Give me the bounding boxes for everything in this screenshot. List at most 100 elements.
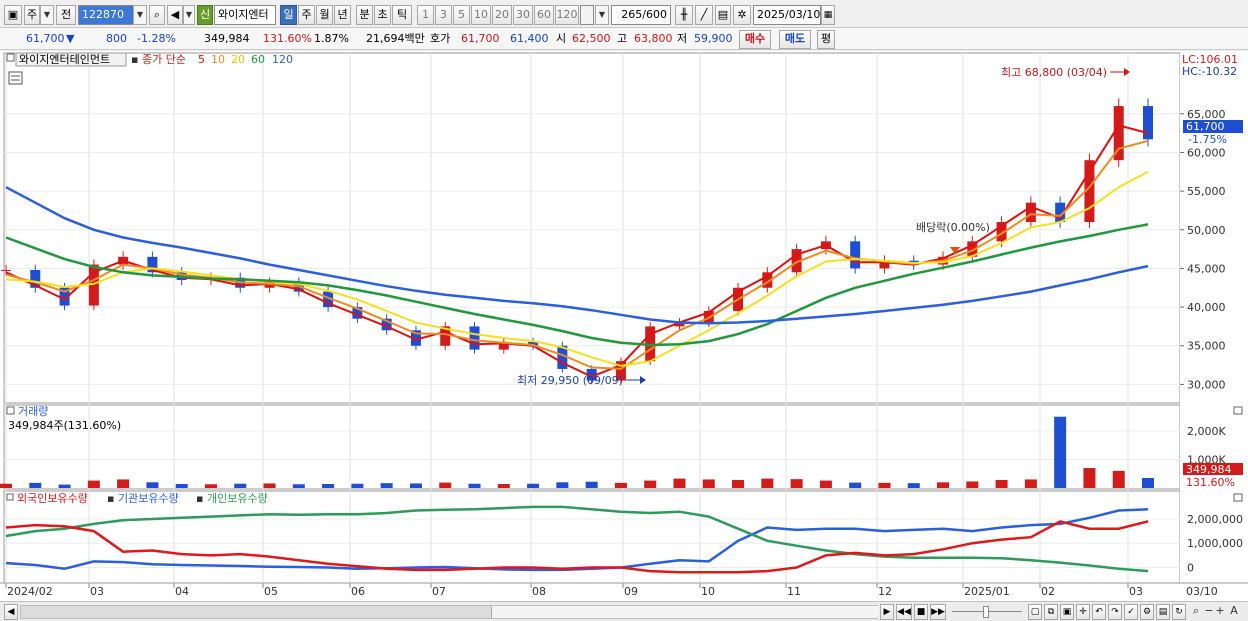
- interval-10-button[interactable]: 10: [471, 5, 491, 25]
- last-pct-tag: -1.75%: [1188, 133, 1227, 146]
- redo-icon[interactable]: ↷: [1108, 604, 1122, 620]
- stock-name-field[interactable]: 와이지엔터: [214, 5, 276, 25]
- ma60-legend[interactable]: 60: [251, 53, 265, 66]
- high-label: 고: [617, 32, 628, 45]
- interval-dropdown-icon[interactable]: ▼: [595, 5, 609, 25]
- stock-code-input[interactable]: 122870: [78, 5, 134, 25]
- interval-custom-input[interactable]: [580, 5, 594, 25]
- candle-type-icon[interactable]: ╫: [675, 5, 693, 25]
- code-dropdown-icon[interactable]: ▼: [133, 5, 147, 25]
- turnover-pct: 1.87%: [314, 32, 349, 45]
- interval-60-button[interactable]: 60: [534, 5, 554, 25]
- volume-last-tag: 349,984: [1186, 463, 1232, 476]
- volume-bar: [790, 479, 803, 488]
- gear-icon[interactable]: ✲: [733, 5, 751, 25]
- prev-button[interactable]: 전: [56, 5, 76, 25]
- interval-5-button[interactable]: 5: [453, 5, 470, 25]
- new-badge[interactable]: 신: [197, 5, 213, 25]
- volume-bar: [439, 482, 452, 488]
- layout-icon[interactable]: ▢: [1028, 604, 1042, 620]
- count-input[interactable]: 265/600: [611, 5, 671, 25]
- hc-label: HC:-10.32: [1182, 65, 1237, 78]
- x-axis-label: 2024/02: [7, 585, 53, 598]
- interval-120-button[interactable]: 120: [555, 5, 579, 25]
- ma5-legend[interactable]: 5: [198, 53, 205, 66]
- date-input[interactable]: 2025/03/10: [753, 5, 821, 25]
- zoom-slider-handle[interactable]: [983, 606, 989, 618]
- screen-icon[interactable]: ▣: [1060, 604, 1074, 620]
- chevron-down-icon[interactable]: ▼: [40, 5, 54, 25]
- zoom-search-icon[interactable]: ⌕: [1190, 604, 1202, 620]
- volume-title[interactable]: 거래량: [18, 405, 48, 418]
- price-y-tick-label: 50,000: [1187, 224, 1226, 237]
- search-icon[interactable]: ⌕: [149, 5, 165, 25]
- first-page-icon[interactable]: ◀◀: [896, 604, 912, 620]
- interval-30-button[interactable]: 30: [513, 5, 533, 25]
- x-axis-label: 09: [624, 585, 638, 598]
- scroll-left-icon[interactable]: ◀: [4, 604, 18, 620]
- window-menu-icon[interactable]: ▣: [4, 5, 22, 25]
- volume-bar: [87, 480, 100, 488]
- settings-small-icon[interactable]: ⚙: [1140, 604, 1154, 620]
- period-tick-button[interactable]: 틱: [392, 5, 412, 25]
- scrollbar-thumb[interactable]: [491, 606, 879, 618]
- stock-name-chip[interactable]: 와이지엔터테인먼트: [19, 53, 110, 66]
- legend-individual[interactable]: 개인보유수량: [207, 492, 268, 505]
- undo-icon[interactable]: ↶: [1092, 604, 1106, 620]
- volume-bar: [117, 479, 130, 488]
- scroll-right-icon[interactable]: ▶: [880, 604, 894, 620]
- volume-bar: [58, 484, 71, 488]
- ma20-legend[interactable]: 20: [231, 53, 245, 66]
- period-type-button[interactable]: 주: [24, 5, 40, 25]
- period-minute-button[interactable]: 분: [356, 5, 373, 25]
- refresh-icon[interactable]: ↻: [1172, 604, 1186, 620]
- volume-bar: [1024, 479, 1037, 488]
- period-second-button[interactable]: 초: [374, 5, 391, 25]
- volume-bar: [497, 484, 510, 488]
- mark-icon[interactable]: ✓: [1124, 604, 1138, 620]
- ma10-legend[interactable]: 10: [211, 53, 225, 66]
- line-tool-icon[interactable]: ╱: [695, 5, 713, 25]
- price-change: 800: [106, 32, 127, 45]
- interval-20-button[interactable]: 20: [492, 5, 512, 25]
- legend-institution[interactable]: 기관보유수량: [118, 492, 179, 505]
- volume-bar: [907, 483, 920, 488]
- volume-bar: [234, 483, 247, 488]
- ma120-legend[interactable]: 120: [272, 53, 293, 66]
- stop-icon[interactable]: ■: [914, 604, 928, 620]
- legend-bullet: ▪: [196, 492, 203, 505]
- crosshair-icon[interactable]: ✛: [1076, 604, 1090, 620]
- volume-bar: [351, 483, 364, 488]
- down-arrow-icon: ▼: [66, 32, 75, 45]
- zoom-out-icon[interactable]: −: [1204, 604, 1214, 620]
- zoom-in-icon[interactable]: +: [1215, 604, 1225, 620]
- horizontal-scrollbar[interactable]: [20, 605, 879, 619]
- speaker-icon[interactable]: ◀: [167, 5, 183, 25]
- chart-svg[interactable]: 와이지엔터테인먼트 ▪ 종가 단순 5 10 20 60 120 최고 68,8…: [0, 51, 1248, 601]
- font-size-icon[interactable]: A: [1227, 604, 1241, 620]
- interval-3-button[interactable]: 3: [435, 5, 452, 25]
- print-icon[interactable]: ▤: [1156, 604, 1170, 620]
- close-icon[interactable]: [1233, 493, 1243, 502]
- period-day-button[interactable]: 일: [280, 5, 297, 25]
- ma-legend-prefix[interactable]: 종가 단순: [142, 53, 186, 66]
- calendar-icon[interactable]: ▦: [821, 5, 835, 25]
- close-icon[interactable]: [1233, 406, 1243, 415]
- eval-button[interactable]: 평: [817, 30, 835, 49]
- sell-button[interactable]: 매도: [779, 30, 811, 49]
- buy-button[interactable]: 매수: [739, 30, 771, 49]
- calculator-icon[interactable]: [8, 71, 23, 85]
- save-icon[interactable]: ▤: [715, 5, 731, 25]
- copy-icon[interactable]: ⧉: [1044, 604, 1058, 620]
- last-page-icon[interactable]: ▶▶: [930, 604, 946, 620]
- period-month-button[interactable]: 월: [316, 5, 333, 25]
- speaker-dropdown-icon[interactable]: ▼: [183, 5, 195, 25]
- period-year-button[interactable]: 년: [334, 5, 351, 25]
- period-week-button[interactable]: 주: [298, 5, 315, 25]
- volume-bar: [732, 480, 745, 488]
- legend-foreign[interactable]: 외국인보유수량: [17, 492, 88, 505]
- interval-1-button[interactable]: 1: [417, 5, 434, 25]
- chart-area[interactable]: 와이지엔터테인먼트 ▪ 종가 단순 5 10 20 60 120 최고 68,8…: [0, 51, 1248, 601]
- volume-bar: [1054, 416, 1067, 488]
- volume-bar: [146, 482, 159, 488]
